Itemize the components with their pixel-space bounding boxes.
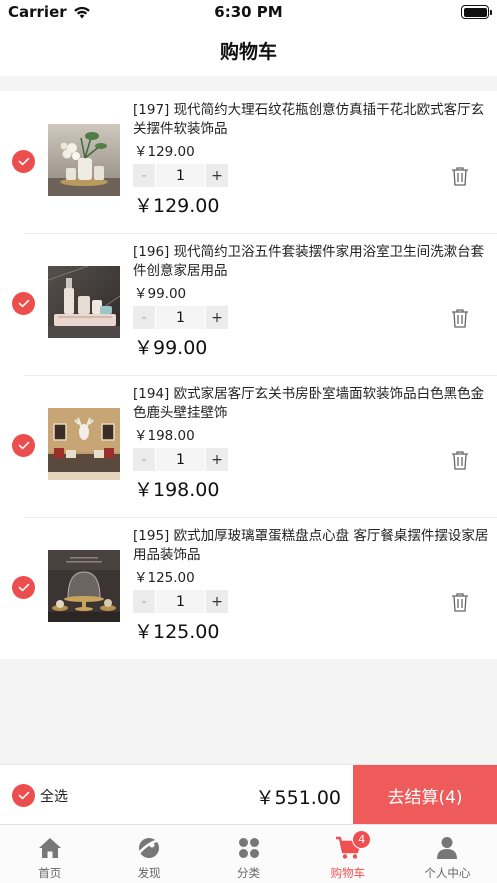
checkout-button[interactable]: 去结算(4) xyxy=(353,765,497,825)
increase-button[interactable]: + xyxy=(206,306,228,329)
trash-icon[interactable] xyxy=(451,592,469,612)
item-check-icon[interactable] xyxy=(12,292,35,315)
quantity-field[interactable]: 1 xyxy=(155,590,206,613)
tab-bar: 首页 发现 分类 4 购物车 个人中心 xyxy=(0,824,497,883)
home-icon xyxy=(37,835,63,861)
item-unit-price: ￥99.00 xyxy=(134,286,187,302)
item-check-icon[interactable] xyxy=(12,150,35,173)
cart-badge: 4 xyxy=(352,830,372,849)
cake-dome-image[interactable] xyxy=(48,550,120,622)
item-line-total: ￥129.00 xyxy=(134,195,220,217)
item-unit-price: ￥125.00 xyxy=(134,570,195,586)
item-check-icon[interactable] xyxy=(12,434,35,457)
item-unit-price: ￥129.00 xyxy=(134,144,195,160)
checkout-bar: 全选 ￥551.00 去结算(4) xyxy=(0,764,497,825)
discover-icon xyxy=(136,835,162,861)
item-unit-price: ￥198.00 xyxy=(134,428,195,444)
item-line-total: ￥198.00 xyxy=(134,479,220,501)
item-title[interactable]: [196] 现代简约卫浴五件套装摆件家用浴室卫生间洗漱台套件创意家居用品 xyxy=(133,243,493,281)
tab-label: 首页 xyxy=(38,866,62,880)
decrease-button[interactable]: - xyxy=(133,164,155,187)
cart-content[interactable]: [197] 现代简约大理石纹花瓶创意仿真插干花北欧式客厅玄关摆件软装饰品 ￥12… xyxy=(0,76,497,764)
quantity-stepper: - 1 + xyxy=(133,164,228,187)
cart-item: [195] 欧式加厚玻璃罩蛋糕盘点心盘 客厅餐桌摆件摆设家居用品装饰品 ￥125… xyxy=(0,517,497,659)
divider xyxy=(24,517,497,518)
increase-button[interactable]: + xyxy=(206,448,228,471)
increase-button[interactable]: + xyxy=(206,590,228,613)
decrease-button[interactable]: - xyxy=(133,448,155,471)
status-bar: Carrier 6:30 PM xyxy=(0,0,497,24)
battery-icon xyxy=(461,5,492,19)
tab-label: 购物车 xyxy=(330,866,366,880)
quantity-stepper: - 1 + xyxy=(133,306,228,329)
quantity-field[interactable]: 1 xyxy=(155,306,206,329)
deer-head-image[interactable] xyxy=(48,408,120,480)
cart-list: [197] 现代简约大理石纹花瓶创意仿真插干花北欧式客厅玄关摆件软装饰品 ￥12… xyxy=(0,91,497,659)
cart-item: [196] 现代简约卫浴五件套装摆件家用浴室卫生间洗漱台套件创意家居用品 ￥99… xyxy=(0,233,497,375)
quantity-field[interactable]: 1 xyxy=(155,448,206,471)
item-title[interactable]: [194] 欧式家居客厅玄关书房卧室墙面软装饰品白色黑色金色鹿头壁挂壁饰 xyxy=(133,385,493,423)
cart-item: [197] 现代简约大理石纹花瓶创意仿真插干花北欧式客厅玄关摆件软装饰品 ￥12… xyxy=(0,91,497,233)
divider xyxy=(24,233,497,234)
trash-icon[interactable] xyxy=(451,450,469,470)
item-check-icon[interactable] xyxy=(12,576,35,599)
trash-icon[interactable] xyxy=(451,166,469,186)
nav-bar: 购物车 xyxy=(0,24,497,76)
bathroom-set-image[interactable] xyxy=(48,266,120,338)
tab-profile[interactable]: 个人中心 xyxy=(398,825,497,883)
decrease-button[interactable]: - xyxy=(133,306,155,329)
decrease-button[interactable]: - xyxy=(133,590,155,613)
category-icon xyxy=(236,835,262,861)
item-title[interactable]: [197] 现代简约大理石纹花瓶创意仿真插干花北欧式客厅玄关摆件软装饰品 xyxy=(133,101,493,139)
cart-item: [194] 欧式家居客厅玄关书房卧室墙面软装饰品白色黑色金色鹿头壁挂壁饰 ￥19… xyxy=(0,375,497,517)
page-title: 购物车 xyxy=(219,40,277,63)
divider xyxy=(24,375,497,376)
item-line-total: ￥99.00 xyxy=(134,337,208,359)
tab-category[interactable]: 分类 xyxy=(199,825,298,883)
tab-label: 发现 xyxy=(137,866,161,880)
tab-home[interactable]: 首页 xyxy=(0,825,99,883)
tab-discover[interactable]: 发现 xyxy=(99,825,198,883)
quantity-stepper: - 1 + xyxy=(133,590,228,613)
select-all-check-icon[interactable] xyxy=(12,784,35,807)
increase-button[interactable]: + xyxy=(206,164,228,187)
quantity-stepper: - 1 + xyxy=(133,448,228,471)
tab-label: 分类 xyxy=(237,866,261,880)
tab-cart[interactable]: 4 购物车 xyxy=(298,825,397,883)
select-all-label[interactable]: 全选 xyxy=(40,786,68,806)
item-line-total: ￥125.00 xyxy=(134,621,220,643)
item-title[interactable]: [195] 欧式加厚玻璃罩蛋糕盘点心盘 客厅餐桌摆件摆设家居用品装饰品 xyxy=(133,527,493,565)
quantity-field[interactable]: 1 xyxy=(155,164,206,187)
tab-label: 个人中心 xyxy=(424,866,471,880)
status-time: 6:30 PM xyxy=(214,3,283,21)
cart-total: ￥551.00 xyxy=(255,787,341,809)
person-icon xyxy=(434,835,460,861)
vase-flowers-image[interactable] xyxy=(48,124,120,196)
trash-icon[interactable] xyxy=(451,308,469,328)
